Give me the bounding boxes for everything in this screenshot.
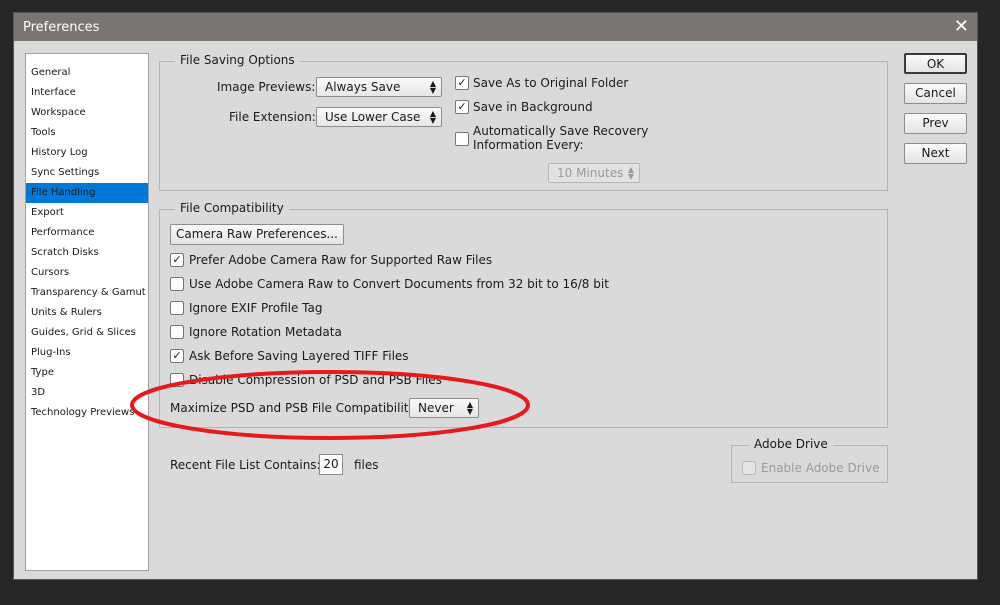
title-bar: Preferences [14,13,977,41]
compat-option-label: Ask Before Saving Layered TIFF Files [189,349,409,363]
compat-option-checkbox[interactable]: ✓ [170,349,184,363]
sidebar-item[interactable]: Technology Previews [26,403,148,423]
stepper-arrows-icon: ▲ ▼ [429,79,436,95]
recent-files-suffix: files [354,458,379,472]
maximize-compat-select[interactable]: Never ▲ ▼ [409,398,479,418]
sidebar-item[interactable]: Cursors [26,263,148,283]
sidebar-item[interactable]: 3D [26,383,148,403]
image-previews-label: Image Previews: [217,80,316,94]
close-icon[interactable]: ✕ [954,16,969,37]
compat-option-label: Ignore EXIF Profile Tag [189,301,323,315]
sidebar-item[interactable]: Workspace [26,103,148,123]
sidebar-item[interactable]: Export [26,203,148,223]
sidebar-item[interactable]: File Handling [26,183,148,203]
file-saving-group: File Saving Options Image Previews: Alwa… [159,53,888,191]
compat-option-checkbox[interactable]: ✓ [170,253,184,267]
cancel-button[interactable]: Cancel [904,83,967,104]
sidebar-list: General Interface Workspace Tools History Lo… [25,53,149,571]
preferences-dialog: Preferences ✕ General Interface Workspace T… [13,12,978,580]
select-value: Use Lower Case [325,110,421,124]
sidebar-item[interactable]: Performance [26,223,148,243]
save-background-label: Save in Background [473,100,593,114]
sidebar-item[interactable]: General [26,63,148,83]
compat-option-checkbox[interactable] [170,373,184,387]
select-value: Never [418,401,454,415]
sidebar-item[interactable]: Interface [26,83,148,103]
stepper-arrows-icon: ▲ ▼ [429,109,436,125]
save-original-checkbox[interactable]: ✓ [455,76,469,90]
sidebar-item[interactable]: Guides, Grid & Slices [26,323,148,343]
dialog-title: Preferences [23,20,100,35]
select-value: 10 Minutes [557,166,624,180]
group-legend: Adobe Drive [749,437,833,451]
ok-button[interactable]: OK [904,53,967,74]
sidebar-item[interactable]: Sync Settings [26,163,148,183]
image-previews-select[interactable]: Always Save ▲ ▼ [316,77,442,97]
group-legend: File Compatibility [175,201,289,215]
recent-files-label: Recent File List Contains: [170,458,321,472]
compat-option-checkbox[interactable] [170,325,184,339]
auto-save-checkbox[interactable] [455,132,469,146]
enable-drive-checkbox[interactable] [742,461,756,475]
enable-drive-label: Enable Adobe Drive [761,461,880,475]
compat-option-label: Use Adobe Camera Raw to Convert Document… [189,277,609,291]
auto-save-label: Automatically Save Recovery [473,124,649,138]
compat-option-checkbox[interactable] [170,277,184,291]
adobe-drive-group: Adobe Drive Enable Adobe Drive [731,437,888,483]
file-compatibility-group: File Compatibility Camera Raw Preference… [159,201,888,428]
auto-save-interval-select[interactable]: 10 Minutes ▲ ▼ [548,163,640,183]
sidebar-item[interactable]: History Log [26,143,148,163]
prev-button[interactable]: Prev [904,113,967,134]
file-extension-select[interactable]: Use Lower Case ▲ ▼ [316,107,442,127]
save-original-label: Save As to Original Folder [473,76,629,90]
compat-option-checkbox[interactable] [170,301,184,315]
group-legend: File Saving Options [175,53,300,67]
compat-option-label: Disable Compression of PSD and PSB Files [189,373,442,387]
maximize-compat-label: Maximize PSD and PSB File Compatibility: [170,401,419,415]
sidebar-item[interactable]: Scratch Disks [26,243,148,263]
next-button[interactable]: Next [904,143,967,164]
sidebar-item[interactable]: Type [26,363,148,383]
select-value: Always Save [325,80,401,94]
camera-raw-preferences-button[interactable]: Camera Raw Preferences... [170,224,344,245]
sidebar-item[interactable]: Tools [26,123,148,143]
sidebar-item[interactable]: Units & Rulers [26,303,148,323]
sidebar-item[interactable]: Transparency & Gamut [26,283,148,303]
auto-save-label-2: Information Every: [473,138,584,152]
stepper-arrows-icon: ▲ ▼ [466,400,473,416]
file-extension-label: File Extension: [229,110,316,124]
recent-files-input[interactable]: 20 [319,454,343,475]
compat-option-label: Ignore Rotation Metadata [189,325,342,339]
save-background-checkbox[interactable]: ✓ [455,100,469,114]
stepper-arrows-icon: ▲ ▼ [627,165,634,181]
sidebar-item[interactable]: Plug-Ins [26,343,148,363]
compat-option-label: Prefer Adobe Camera Raw for Supported Ra… [189,253,493,267]
